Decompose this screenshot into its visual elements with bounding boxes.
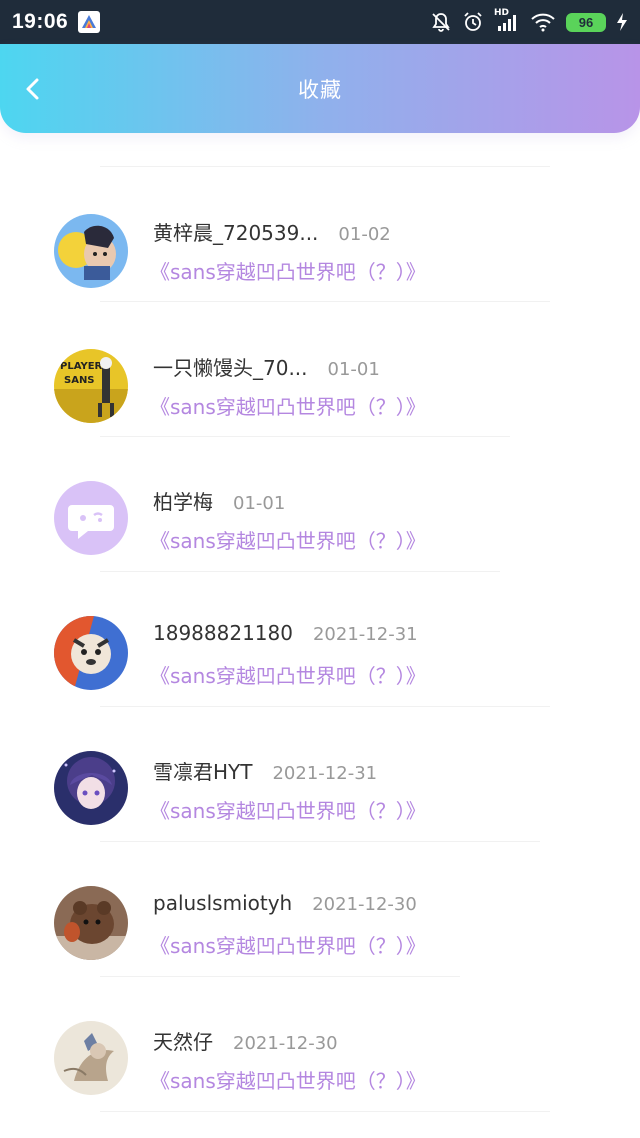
item-meta: 雪凛君HYT 2021-12-31 (153, 756, 377, 785)
divider (100, 166, 550, 167)
favorite-item[interactable]: PLAYER! SANS 一只懒馒头_70... 01-01 《sans穿越凹凸… (0, 336, 640, 471)
favorite-item[interactable]: 18988821180 2021-12-31 《sans穿越凹凸世界吧（？）》 (0, 606, 640, 741)
post-title-link[interactable]: 《sans穿越凹凸世界吧（？）》 (150, 660, 426, 689)
post-title-link[interactable]: 《sans穿越凹凸世界吧（？）》 (150, 1065, 426, 1094)
post-date: 2021-12-30 (312, 894, 417, 915)
item-meta: 18988821180 2021-12-31 (153, 621, 418, 645)
post-date: 2021-12-31 (272, 763, 378, 784)
favorite-item[interactable]: paluslsmiotyh 2021-12-30 《sans穿越凹凸世界吧（？）… (0, 876, 640, 1011)
favorite-item[interactable]: 柏学梅 01-01 《sans穿越凹凸世界吧（？）》 (0, 471, 640, 606)
charging-icon (616, 12, 628, 32)
favorite-item[interactable]: 雪凛君HYT 2021-12-31 《sans穿越凹凸世界吧（？）》 (0, 741, 640, 876)
chevron-left-icon (26, 78, 39, 100)
favorite-item[interactable]: 天然仔 2021-12-30 《sans穿越凹凸世界吧（？）》 (0, 1011, 640, 1138)
app-notification-icon (78, 11, 101, 33)
item-meta: 黄梓晨_720539... 01-02 (153, 217, 391, 246)
divider (100, 301, 550, 302)
app-header: 收藏 (0, 44, 640, 133)
cellular-signal-icon: HD (494, 8, 520, 32)
mute-notification-icon (430, 11, 452, 33)
divider (100, 436, 510, 437)
status-icons: HD 96 (430, 8, 628, 33)
favorite-item[interactable]: 黄梓晨_720539... 01-02 《sans穿越凹凸世界吧（？）》 (0, 201, 640, 336)
post-date: 2021-12-31 (312, 624, 418, 645)
post-date: 01-02 (338, 224, 391, 245)
network-type-label: HD (494, 8, 510, 18)
user-name: 雪凛君HYT (153, 760, 253, 784)
user-name: 天然仔 (153, 1030, 213, 1054)
item-meta: 一只懒馒头_70... 01-01 (153, 352, 380, 381)
user-name: 一只懒馒头_70... (153, 356, 308, 380)
post-date: 01-01 (233, 493, 286, 514)
divider (100, 571, 500, 572)
divider (100, 841, 540, 842)
battery-indicator: 96 (566, 12, 606, 32)
default-avatar-icon (54, 481, 128, 555)
alarm-icon (462, 11, 484, 33)
avatar (54, 214, 128, 288)
svg-text:SANS: SANS (64, 375, 95, 386)
divider (100, 706, 550, 707)
back-button[interactable] (18, 74, 48, 104)
user-name: 柏学梅 (153, 490, 213, 514)
divider (100, 976, 460, 977)
wifi-icon (530, 12, 556, 32)
avatar (54, 751, 128, 825)
item-meta: 柏学梅 01-01 (153, 486, 285, 515)
status-time: 19:06 (12, 10, 69, 33)
user-name: paluslsmiotyh (153, 891, 293, 915)
item-meta: paluslsmiotyh 2021-12-30 (153, 891, 417, 915)
avatar (54, 1021, 128, 1095)
avatar: PLAYER! SANS (54, 349, 128, 423)
user-name: 18988821180 (153, 621, 293, 645)
page-title: 收藏 (298, 77, 342, 102)
divider (100, 1111, 550, 1112)
avatar (54, 886, 128, 960)
user-name: 黄梓晨_720539... (153, 221, 319, 245)
status-bar: 19:06 HD 96 (0, 0, 640, 44)
post-title-link[interactable]: 《sans穿越凹凸世界吧（？）》 (150, 795, 426, 824)
post-date: 01-01 (327, 359, 380, 380)
post-title-link[interactable]: 《sans穿越凹凸世界吧（？）》 (150, 256, 426, 285)
post-title-link[interactable]: 《sans穿越凹凸世界吧（？）》 (150, 391, 426, 420)
avatar (54, 616, 128, 690)
post-title-link[interactable]: 《sans穿越凹凸世界吧（？）》 (150, 930, 426, 959)
post-title-link[interactable]: 《sans穿越凹凸世界吧（？）》 (150, 525, 426, 554)
post-date: 2021-12-30 (233, 1033, 338, 1054)
svg-text:PLAYER!: PLAYER! (60, 361, 107, 372)
item-meta: 天然仔 2021-12-30 (153, 1026, 338, 1055)
